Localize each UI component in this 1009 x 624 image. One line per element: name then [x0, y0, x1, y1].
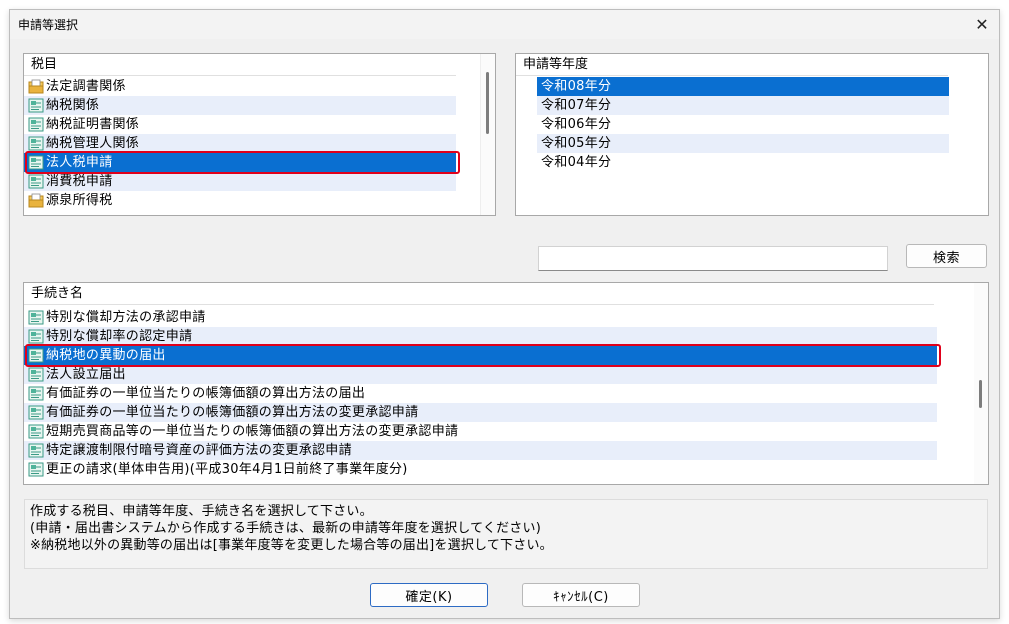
application-year-item-label: 令和05年分	[541, 136, 612, 151]
search-button[interactable]: 検索	[906, 244, 987, 268]
tax-category-item[interactable]: 消費税申請	[24, 172, 456, 191]
form-doc-icon	[28, 136, 44, 151]
procedure-item-label: 有価証券の一単位当たりの帳簿価額の算出方法の変更承認申請	[46, 405, 419, 420]
application-year-item-label: 令和06年分	[541, 117, 612, 132]
form-doc-icon	[28, 329, 44, 344]
application-year-list[interactable]: 申請等年度 令和08年分 令和07年分 令和06年分 令和05年分 令和04年分	[515, 53, 989, 216]
procedure-item-label: 納税地の異動の届出	[46, 348, 166, 363]
tax-category-item-label: 源泉所得税	[46, 193, 113, 208]
form-doc-icon	[28, 348, 44, 363]
procedure-item[interactable]: 納税地の異動の届出	[24, 346, 937, 365]
tax-category-item[interactable]: 法定調書関係	[24, 77, 456, 96]
window-title: 申請等選択	[18, 18, 79, 32]
tax-category-item-label: 法定調書関係	[46, 79, 126, 94]
application-year-header: 申請等年度	[516, 54, 948, 76]
form-doc-icon	[28, 386, 44, 401]
procedure-item[interactable]: 有価証券の一単位当たりの帳簿価額の算出方法の変更承認申請	[24, 403, 937, 422]
form-doc-icon	[28, 462, 44, 477]
application-year-item[interactable]: 令和05年分	[537, 134, 949, 153]
application-year-item[interactable]: 令和04年分	[537, 153, 949, 172]
procedure-item-label: 更正の請求(単体申告用)(平成30年4月1日前終了事業年度分)	[46, 462, 408, 477]
folder-doc-icon	[28, 79, 44, 94]
form-doc-icon	[28, 174, 44, 189]
confirm-button[interactable]: 確定(K)	[370, 583, 488, 607]
tax-category-item-label: 消費税申請	[46, 174, 113, 189]
procedure-item[interactable]: 更正の請求(単体申告用)(平成30年4月1日前終了事業年度分)	[24, 460, 937, 479]
folder-doc-icon	[28, 193, 44, 208]
procedure-list-scroll-thumb[interactable]	[979, 380, 982, 408]
procedure-item[interactable]: 有価証券の一単位当たりの帳簿価額の算出方法の届出	[24, 384, 937, 403]
tax-category-item[interactable]: 納税証明書関係	[24, 115, 456, 134]
procedure-item-label: 特定譲渡制限付暗号資産の評価方法の変更承認申請	[46, 443, 352, 458]
procedure-item-label: 法人設立届出	[46, 367, 126, 382]
form-doc-icon	[28, 443, 44, 458]
procedure-item-label: 特別な償却方法の承認申請	[46, 310, 206, 325]
tax-category-item-label: 納税関係	[46, 98, 100, 113]
form-doc-icon	[28, 367, 44, 382]
procedure-item[interactable]: 特定譲渡制限付暗号資産の評価方法の変更承認申請	[24, 441, 937, 460]
tax-category-item[interactable]: 法人税申請	[24, 153, 456, 172]
procedure-item[interactable]: 法人設立届出	[24, 365, 937, 384]
procedure-item[interactable]: 特別な償却方法の承認申請	[24, 308, 937, 327]
procedure-item-label: 有価証券の一単位当たりの帳簿価額の算出方法の届出	[46, 386, 366, 401]
form-doc-icon	[28, 155, 44, 170]
application-year-item-label: 令和08年分	[541, 79, 612, 94]
tax-category-item[interactable]: 源泉所得税	[24, 191, 456, 210]
form-doc-icon	[28, 310, 44, 325]
instruction-message: 作成する税目、申請等年度、手続き名を選択して下さい。 (申請・届出書システムから作…	[24, 499, 988, 569]
form-doc-icon	[28, 424, 44, 439]
application-year-item[interactable]: 令和06年分	[537, 115, 949, 134]
tax-category-item[interactable]: 納税関係	[24, 96, 456, 115]
procedure-list[interactable]: 手続き名 特別な償却方法の承認申請 特別な償却率の認定申請 納税地の異動の届出 法人設…	[23, 282, 989, 485]
title-bar: 申請等選択 ✕	[10, 10, 999, 39]
procedure-header: 手続き名	[24, 283, 934, 305]
tax-category-list[interactable]: 税目 法定調書関係 納税関係納税証明書関係 納税管理人関係 法人税申請消費税申請源泉所…	[23, 53, 496, 216]
instruction-line: (申請・届出書システムから作成する手続きは、最新の申請等年度を選択してください)	[30, 521, 541, 536]
tax-category-item-label: 納税管理人関係	[46, 136, 140, 151]
close-icon[interactable]: ✕	[965, 10, 999, 39]
tax-category-item-label: 法人税申請	[46, 155, 113, 170]
application-year-item[interactable]: 令和08年分	[537, 77, 949, 96]
search-input[interactable]	[538, 246, 888, 271]
tax-category-item-label: 納税証明書関係	[46, 117, 140, 132]
application-select-dialog: 申請等選択 ✕ 税目 法定調書関係 納税関係納税証明書関係 納税管理人関係 法人税申請…	[9, 9, 1000, 619]
instruction-line: 作成する税目、申請等年度、手続き名を選択して下さい。	[30, 504, 373, 519]
instruction-line: ※納税地以外の異動等の届出は[事業年度等を変更した場合等の届出]を選択して下さい…	[30, 538, 553, 553]
tax-list-scrollbar[interactable]	[480, 54, 495, 215]
procedure-item[interactable]: 特別な償却率の認定申請	[24, 327, 937, 346]
application-year-item-label: 令和07年分	[541, 98, 612, 113]
procedure-item-label: 短期売買商品等の一単位当たりの帳簿価額の算出方法の変更承認申請	[46, 424, 459, 439]
tax-category-header: 税目	[24, 54, 456, 76]
application-year-item[interactable]: 令和07年分	[537, 96, 949, 115]
procedure-item-label: 特別な償却率の認定申請	[46, 329, 193, 344]
cancel-button[interactable]: ｷｬﾝｾﾙ(C)	[522, 583, 640, 607]
procedure-list-scrollbar[interactable]	[974, 283, 988, 484]
tax-list-scroll-thumb[interactable]	[486, 72, 489, 134]
procedure-item[interactable]: 短期売買商品等の一単位当たりの帳簿価額の算出方法の変更承認申請	[24, 422, 937, 441]
form-doc-icon	[28, 98, 44, 113]
form-doc-icon	[28, 117, 44, 132]
form-doc-icon	[28, 405, 44, 420]
tax-category-item[interactable]: 納税管理人関係	[24, 134, 456, 153]
application-year-item-label: 令和04年分	[541, 155, 612, 170]
